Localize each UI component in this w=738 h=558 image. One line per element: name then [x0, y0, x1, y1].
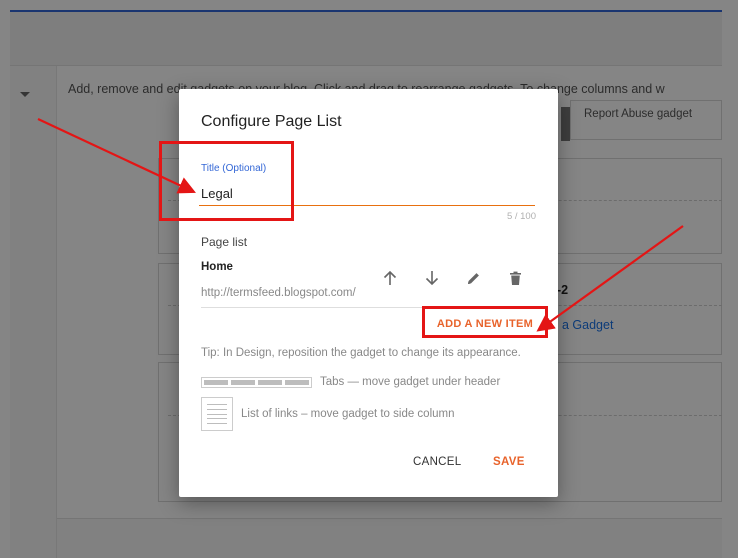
tabs-hint-text: Tabs — move gadget under header — [320, 376, 501, 388]
page-item-title: Home — [201, 261, 233, 273]
design-tip: Tip: In Design, reposition the gadget to… — [201, 347, 521, 359]
page-list-label: Page list — [201, 235, 248, 249]
tabs-hint-row: Tabs — move gadget under header — [201, 374, 500, 390]
arrow-down-icon[interactable] — [421, 267, 443, 289]
annotation-highlight-title — [159, 141, 294, 221]
cancel-button[interactable]: CANCEL — [413, 456, 461, 468]
tabs-layout-icon — [201, 376, 312, 388]
char-counter: 5 / 100 — [506, 211, 536, 222]
dialog-title: Configure Page List — [201, 113, 342, 130]
page-item-url: http://termsfeed.blogspot.com/ — [201, 287, 356, 299]
arrow-up-icon[interactable] — [379, 267, 401, 289]
annotation-highlight-add-item — [422, 306, 548, 338]
links-hint-row: List of links – move gadget to side colu… — [201, 397, 455, 431]
list-layout-icon — [201, 397, 233, 431]
links-hint-text: List of links – move gadget to side colu… — [241, 408, 455, 420]
pencil-icon[interactable] — [462, 267, 484, 289]
save-button[interactable]: SAVE — [493, 456, 525, 468]
trash-icon[interactable] — [504, 267, 526, 289]
